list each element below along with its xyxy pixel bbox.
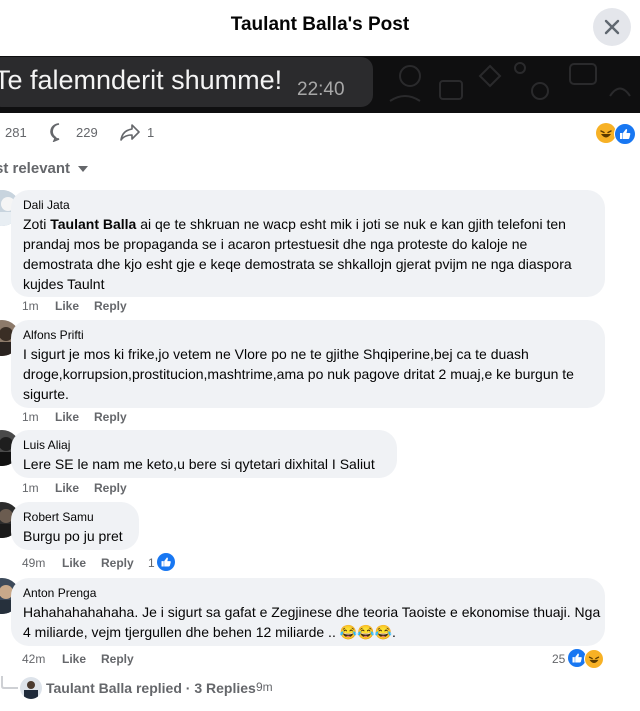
post-title: Taulant Balla's Post [230, 14, 410, 35]
comment-author[interactable]: Robert Samu [23, 510, 94, 524]
comment-author[interactable]: Dali Jata [23, 198, 70, 212]
comment-time[interactable]: 1m [22, 481, 39, 495]
comment-bubble: Luis Aliaj Lere SE le nam me keto,u bere… [11, 430, 397, 478]
comment-time[interactable]: 1m [22, 410, 39, 424]
post-image[interactable]: Te falemnderit shumme! 22:40 [0, 56, 640, 113]
replies-count: 3 Replies [194, 680, 256, 696]
replies-link[interactable]: Taulant Balla replied · 3 Replies [46, 680, 256, 696]
comment-author[interactable]: Alfons Prifti [23, 328, 84, 342]
avatar[interactable] [20, 677, 42, 699]
reaction-count[interactable]: 1 [148, 556, 155, 570]
replier-name: Taulant Balla [46, 680, 133, 696]
like-button[interactable]: Like [62, 652, 86, 666]
sort-label: st relevant [0, 160, 71, 177]
comment-text: Lere SE le nam me keto,u bere si qytetar… [23, 456, 375, 472]
comments-count[interactable]: 229 [76, 125, 98, 140]
reaction-count[interactable]: 25 [552, 652, 565, 666]
sort-chevron-icon [78, 166, 89, 173]
mention-link[interactable]: Taulant Balla [50, 216, 136, 232]
comment-time[interactable]: 42m [22, 652, 45, 666]
reply-button[interactable]: Reply [101, 652, 134, 666]
like-button[interactable]: Like [55, 481, 79, 495]
comment-author[interactable]: Luis Aliaj [23, 438, 70, 452]
post-stats: 281 229 1 [0, 113, 640, 151]
comment-bubble: Alfons Prifti I sigurt je mos ki frike,j… [11, 320, 605, 408]
haha-icon [596, 123, 616, 143]
reply-button[interactable]: Reply [101, 556, 134, 570]
comment-sort-dropdown[interactable]: st relevant [0, 160, 89, 177]
comment-bubble: Dali Jata Zoti Taulant Balla ai qe te sh… [11, 190, 605, 297]
comment-icon[interactable] [49, 122, 69, 142]
comment-text: Zoti Taulant Balla ai qe te shkruan ne w… [23, 214, 598, 294]
comment-text: I sigurt je mos ki frike,jo vetem ne Vlo… [23, 346, 574, 402]
comment-time[interactable]: 49m [22, 556, 45, 570]
comment-text: Burgu po ju pret [23, 528, 123, 544]
post-header: Taulant Balla's Post [0, 0, 640, 56]
comment-text-prefix: Zoti [23, 216, 51, 232]
comment-bubble: Robert Samu Burgu po ju pret [11, 502, 139, 550]
reply-button[interactable]: Reply [94, 481, 127, 495]
reply-thread-line [1, 676, 18, 689]
like-button[interactable]: Like [55, 410, 79, 424]
reply-button[interactable]: Reply [94, 410, 127, 424]
message-time: 22:40 [297, 79, 345, 100]
share-icon[interactable] [119, 122, 141, 142]
reactions-count[interactable]: 281 [5, 125, 27, 140]
comment-text: Hahahahahahaha. Je i sigurt sa gafat e Z… [23, 604, 601, 640]
like-icon [157, 553, 175, 571]
comment-author[interactable]: Anton Prenga [23, 586, 96, 600]
close-icon [604, 19, 620, 35]
replied-label: replied [135, 680, 182, 696]
comment-bubble: Anton Prenga Hahahahahahaha. Je i sigurt… [11, 578, 605, 646]
like-icon [614, 123, 636, 145]
like-button[interactable]: Like [55, 299, 79, 313]
message-text: Te falemnderit shumme! [0, 65, 283, 95]
close-button[interactable] [593, 8, 631, 46]
chat-background-doodles [389, 62, 631, 102]
comment-time[interactable]: 1m [22, 299, 39, 313]
like-button[interactable]: Like [62, 556, 86, 570]
shares-count[interactable]: 1 [147, 125, 154, 140]
replies-time: 9m [256, 680, 273, 694]
view-replies-row[interactable]: Taulant Balla replied · 3 Replies 9m [0, 676, 640, 700]
message-bubble: Te falemnderit shumme! 22:40 [0, 57, 373, 107]
reply-button[interactable]: Reply [94, 299, 127, 313]
haha-icon [584, 649, 604, 669]
